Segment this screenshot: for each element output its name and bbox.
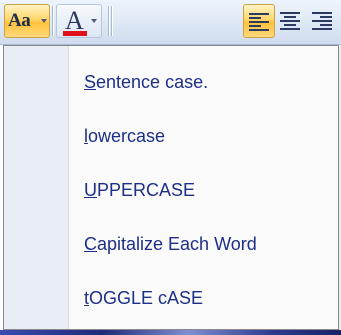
chevron-down-icon — [91, 19, 97, 23]
background-strip — [0, 330, 341, 335]
align-left-icon — [249, 13, 269, 31]
toolbar-separator — [111, 6, 112, 36]
menu-item-toggle-case[interactable]: tOGGLE cASE — [70, 279, 336, 321]
menu-item-lowercase[interactable]: lowercase — [70, 117, 336, 159]
menu-item-uppercase[interactable]: UPPERCASE — [70, 171, 336, 213]
menu-item-capitalize-each-word[interactable]: Capitalize Each Word — [70, 225, 336, 267]
font-color-swatch — [63, 31, 87, 36]
align-center-button[interactable] — [275, 4, 307, 38]
menu-item-label: Sentence case. — [84, 72, 209, 92]
change-case-button[interactable]: Aa — [4, 4, 50, 38]
menu-item-label: lowercase — [84, 126, 166, 146]
align-right-icon — [312, 12, 332, 30]
ribbon-toolbar: Aa A — [0, 0, 341, 45]
align-right-button[interactable] — [307, 4, 339, 38]
menu-item-label: UPPERCASE — [84, 180, 196, 200]
chevron-down-icon — [41, 19, 47, 23]
align-center-icon — [280, 12, 300, 30]
font-color-button[interactable]: A — [56, 4, 102, 38]
align-left-button[interactable] — [243, 4, 275, 38]
toolbar-separator — [108, 6, 109, 36]
change-case-icon: Aa — [8, 10, 31, 31]
menu-icon-gutter — [4, 46, 69, 329]
change-case-menu: Sentence case. lowercase UPPERCASE Capit… — [3, 45, 339, 330]
menu-item-label: Capitalize Each Word — [84, 234, 257, 254]
menu-item-sentence-case[interactable]: Sentence case. — [70, 63, 336, 105]
toolbar-separator — [52, 6, 53, 36]
menu-item-label: tOGGLE cASE — [84, 288, 204, 308]
